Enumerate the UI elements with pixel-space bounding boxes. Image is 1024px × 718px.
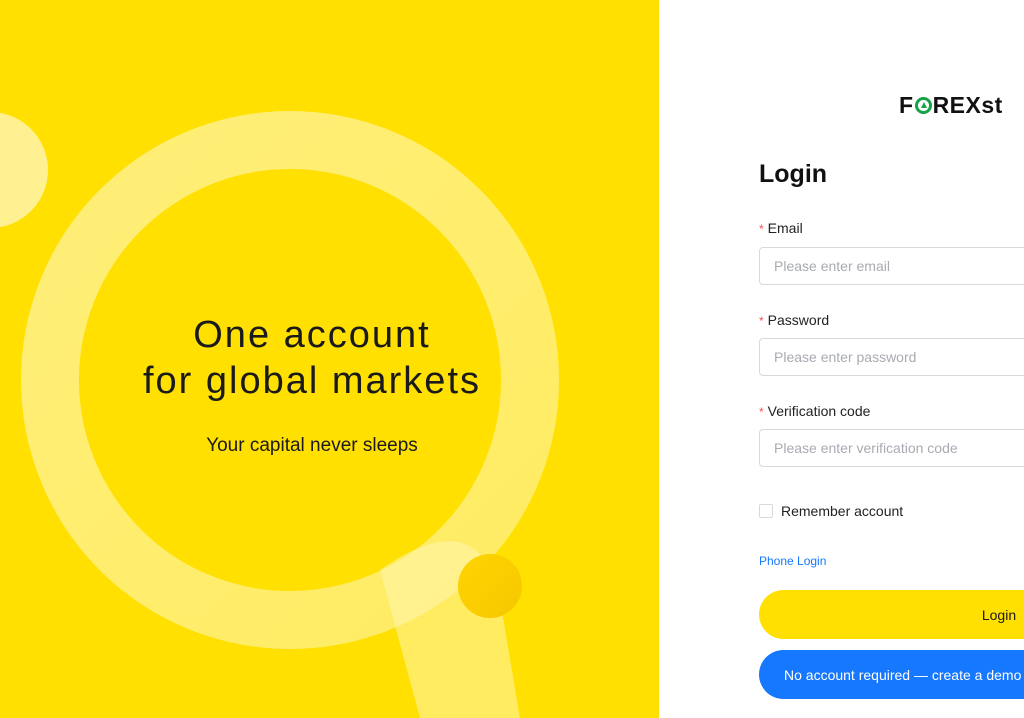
required-marker: * <box>759 405 764 419</box>
email-label: * Email <box>759 220 803 236</box>
hero-headline: One account for global markets <box>0 312 624 404</box>
remember-account-label[interactable]: Remember account <box>781 503 903 519</box>
hero-headline-line1: One account <box>193 314 431 356</box>
password-label: * Password <box>759 312 829 328</box>
globe-arrow-icon <box>914 97 932 114</box>
page-title: Login <box>759 160 828 188</box>
hero-headline-line2: for global markets <box>142 360 481 402</box>
remember-account-row[interactable]: Remember account <box>759 503 903 519</box>
brand-logo: F REXst <box>899 92 1003 119</box>
remember-account-checkbox[interactable] <box>759 504 773 518</box>
email-field[interactable] <box>759 247 1024 285</box>
logo-prefix: F <box>899 92 914 118</box>
verification-label-text: Verification code <box>767 403 871 419</box>
logo-suffix: REXst <box>932 92 1003 118</box>
required-marker: * <box>759 222 764 236</box>
email-label-text: Email <box>767 220 803 236</box>
password-field[interactable] <box>759 338 1024 376</box>
create-demo-account-button[interactable]: No account required — create a demo a <box>759 650 1024 699</box>
phone-login-link[interactable]: Phone Login <box>759 554 826 568</box>
login-button[interactable]: Login <box>759 590 1024 639</box>
login-panel: F REXst Login *Email *Password *Verifica… <box>659 0 1024 718</box>
hero-tagline: Your capital never sleeps <box>206 435 418 456</box>
verification-code-field[interactable] <box>759 429 1024 467</box>
required-marker: * <box>759 314 764 328</box>
password-label-text: Password <box>767 312 830 328</box>
verification-label: * Verification code <box>759 403 870 419</box>
hero-panel: One account for global markets Your capi… <box>0 0 659 718</box>
